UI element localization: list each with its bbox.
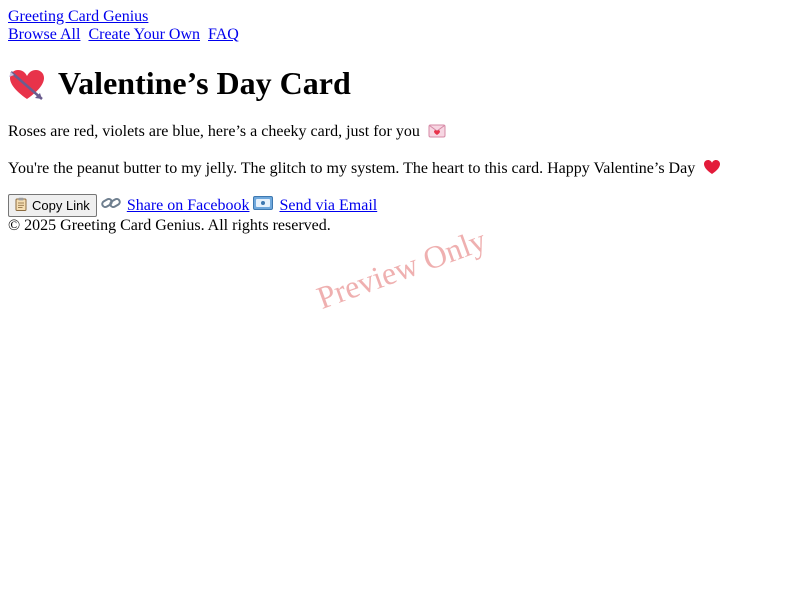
verse-line-2: You're the peanut butter to my jelly. Th… xyxy=(8,159,792,180)
main-nav: Browse All Create Your Own FAQ xyxy=(8,26,792,44)
verse-line-1-text: Roses are red, violets are blue, here’s … xyxy=(8,123,420,140)
envelope-icon xyxy=(253,195,274,216)
site-header: Greeting Card Genius xyxy=(8,8,792,26)
verse-line-1: Roses are red, violets are blue, here’s … xyxy=(8,123,792,143)
nav-link-create-your-own[interactable]: Create Your Own xyxy=(88,26,200,43)
footer: © 2025 Greeting Card Genius. All rights … xyxy=(8,217,792,235)
link-icon xyxy=(101,196,121,216)
send-email-label: Send via Email xyxy=(279,196,378,214)
site-title-link[interactable]: Greeting Card Genius xyxy=(8,8,148,25)
share-facebook-label: Share on Facebook xyxy=(126,196,250,214)
copyright-text: © 2025 Greeting Card Genius. All rights … xyxy=(8,217,331,234)
preview-watermark: Preview Only xyxy=(312,221,491,316)
clipboard-icon xyxy=(15,197,27,214)
copy-link-button[interactable]: Copy Link xyxy=(8,194,97,217)
card-title-heading: Valentine’s Day Card xyxy=(8,65,792,102)
love-letter-icon xyxy=(428,124,446,143)
share-actions: Copy Link Share on Facebook Send via Ema… xyxy=(8,194,792,217)
red-heart-icon xyxy=(703,159,721,180)
send-email-link[interactable]: Send via Email xyxy=(253,195,378,216)
page: Greeting Card Genius Browse All Create Y… xyxy=(0,0,800,600)
copy-link-label: Copy Link xyxy=(32,198,90,213)
card-title-text: Valentine’s Day Card xyxy=(58,65,351,101)
share-facebook-link[interactable]: Share on Facebook xyxy=(101,196,250,216)
heart-with-arrow-icon xyxy=(8,68,46,102)
nav-link-browse-all[interactable]: Browse All xyxy=(8,26,80,43)
verse-line-2-text: You're the peanut butter to my jelly. Th… xyxy=(8,160,696,177)
nav-link-faq[interactable]: FAQ xyxy=(208,26,239,43)
